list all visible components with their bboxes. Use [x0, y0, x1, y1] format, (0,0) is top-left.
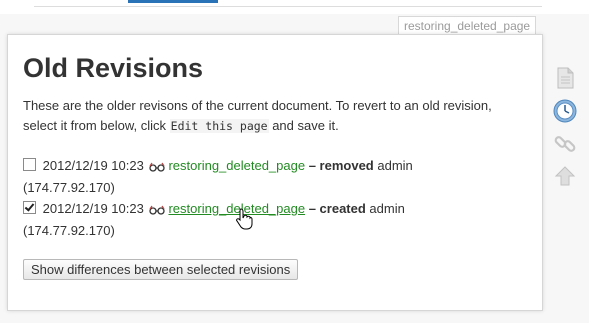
revisions-panel: Old Revisions These are the older reviso… [7, 34, 543, 311]
revision-summary: – removed [308, 158, 374, 173]
hand-cursor-icon [236, 208, 254, 235]
revision-user: admin [369, 201, 405, 216]
clock-icon[interactable] [553, 99, 577, 123]
revision-checkbox[interactable] [23, 158, 36, 171]
intro-text: These are the older revisons of the curr… [23, 96, 523, 136]
revision-user: admin [377, 158, 413, 173]
glasses-icon[interactable] [149, 158, 166, 178]
revision-item: 2012/12/19 10:23 restoring_deleted_page … [23, 156, 523, 198]
show-differences-button[interactable]: Show differences between selected revisi… [23, 259, 299, 280]
revision-summary: – created [308, 201, 366, 216]
page-title: Old Revisions [23, 53, 204, 83]
revision-date: 2012/12/19 10:23 [42, 158, 144, 173]
arrow-up-icon[interactable] [553, 164, 577, 188]
revision-ip: (174.77.92.170) [23, 223, 115, 238]
revision-link[interactable]: restoring_deleted_page [168, 158, 305, 173]
glasses-icon[interactable] [149, 201, 166, 221]
divider [34, 6, 542, 7]
edit-page-code: Edit this page [169, 119, 269, 133]
nav-remnant [128, 0, 218, 3]
revision-item: 2012/12/19 10:23 restoring_deleted_page … [23, 199, 523, 241]
top-strip [0, 0, 589, 14]
page-name-tab: restoring_deleted_page [398, 16, 537, 36]
revision-ip: (174.77.92.170) [23, 180, 115, 195]
revision-date: 2012/12/19 10:23 [42, 201, 144, 216]
chain-link-icon[interactable] [553, 132, 577, 156]
intro-text-part: and save it. [268, 118, 339, 133]
revision-checkbox[interactable] [23, 201, 36, 214]
document-icon[interactable] [553, 66, 577, 90]
